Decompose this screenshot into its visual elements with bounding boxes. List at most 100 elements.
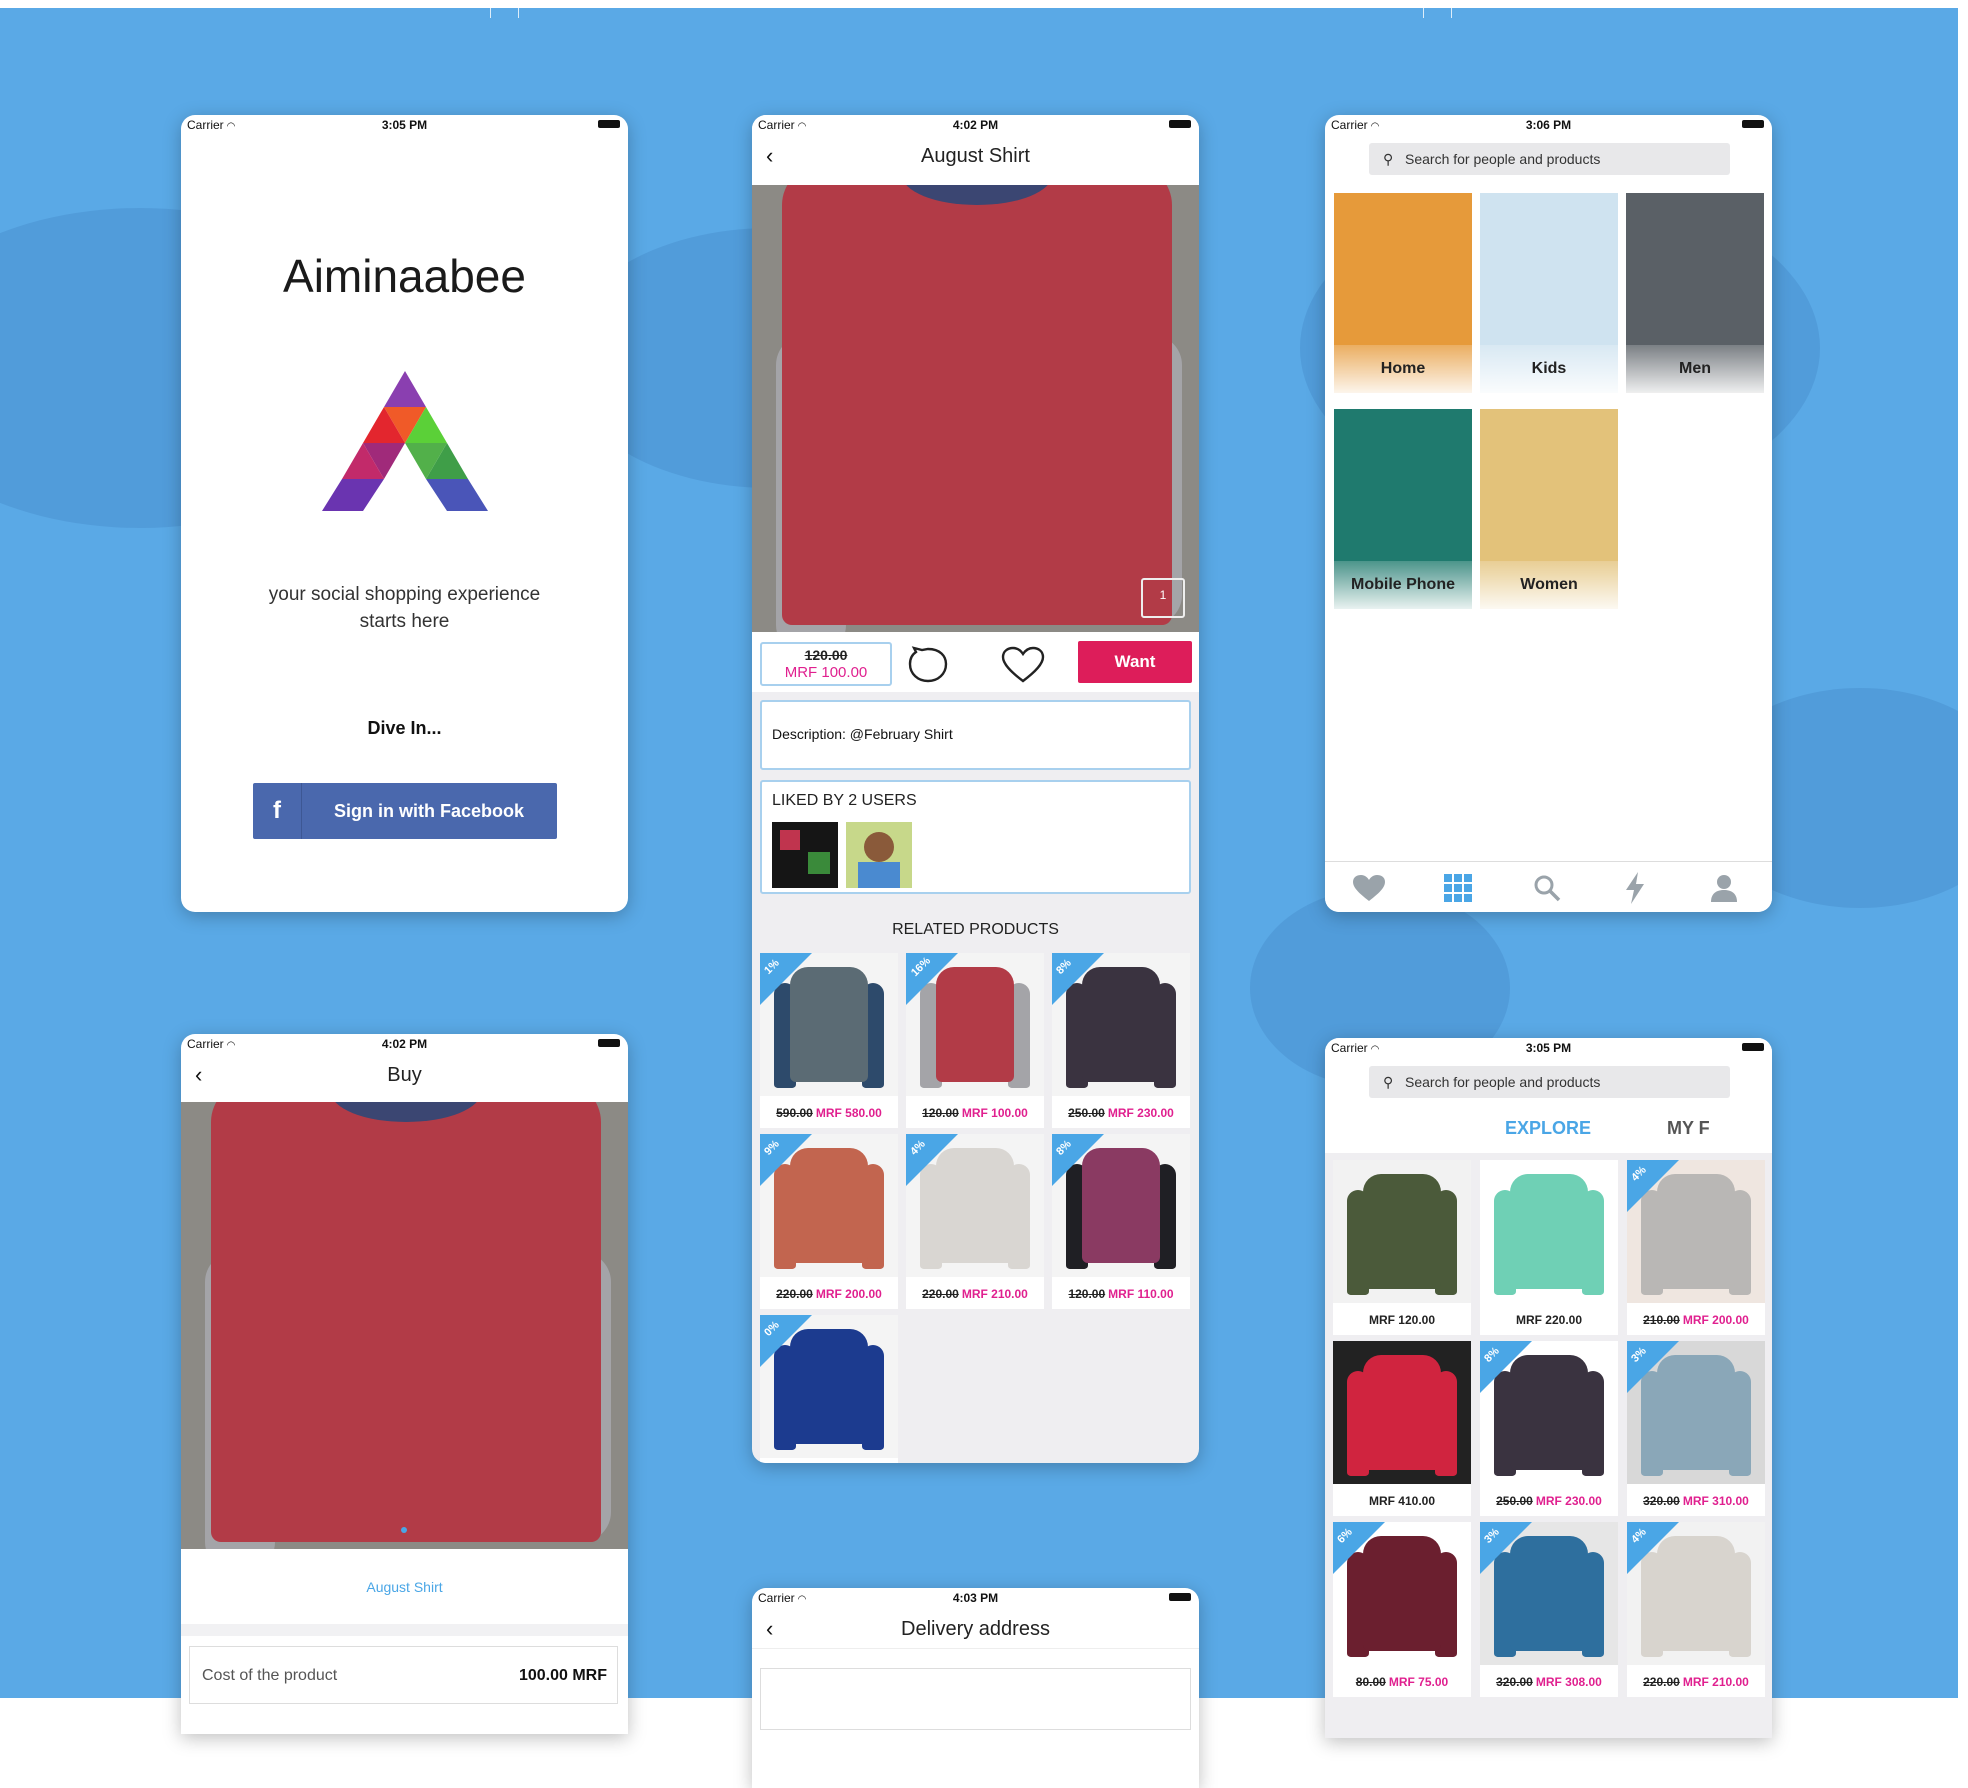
status-bar: Carrier ◠ 3:05 PM <box>181 115 628 135</box>
current-price: MRF 100.00 <box>961 1106 1028 1120</box>
clock: 4:03 PM <box>952 1591 999 1605</box>
page-title: Delivery address <box>901 1618 1050 1640</box>
product-image <box>1480 1160 1618 1303</box>
address-field[interactable] <box>760 1668 1191 1730</box>
image-count: 1 <box>1159 588 1167 602</box>
search-icon: ⚲ <box>1383 151 1394 167</box>
product-card[interactable]: MRF 410.00 <box>1333 1341 1471 1516</box>
related-products-grid: 1% 590.00 MRF 580.00 16% 120.00 MRF 100.00 8% 2… <box>752 953 1199 1463</box>
description-text: Description: @February Shirt <box>772 726 953 742</box>
product-card[interactable]: 0% <box>760 1315 898 1463</box>
battery-icon <box>598 120 620 128</box>
product-card[interactable]: 4% 210.00 MRF 200.00 <box>1627 1160 1765 1335</box>
search-input[interactable]: ⚲ Search for people and products <box>1369 143 1730 175</box>
tab-my-feed[interactable]: MY F <box>1667 1118 1710 1139</box>
person-icon[interactable] <box>1711 874 1737 902</box>
category-label: Men <box>1626 345 1764 393</box>
price-label: 220.00 MRF 200.00 <box>760 1287 898 1301</box>
cost-row: Cost of the product 100.00 MRF <box>189 1646 618 1704</box>
liked-by-label: LIKED BY 2 USERS <box>772 792 917 809</box>
product-card[interactable]: 6% 80.00 MRF 75.00 <box>1333 1522 1471 1697</box>
current-price: MRF 110.00 <box>1108 1287 1174 1301</box>
price-label: 120.00 MRF 100.00 <box>906 1106 1044 1120</box>
status-bar: Carrier ◠ 4:03 PM <box>752 1588 1199 1608</box>
tagline-line-1: your social shopping experience <box>268 584 541 605</box>
category-tile[interactable]: Home <box>1334 193 1472 393</box>
price-label: 220.00 MRF 210.00 <box>906 1287 1044 1301</box>
search-placeholder: Search for people and products <box>1405 1074 1601 1090</box>
comment-icon[interactable] <box>908 646 948 684</box>
search-input[interactable]: ⚲ Search for people and products <box>1369 1066 1730 1098</box>
want-button[interactable]: Want <box>1078 641 1192 683</box>
liked-by-box: LIKED BY 2 USERS <box>760 780 1191 894</box>
old-price: 220.00 <box>1643 1675 1680 1689</box>
cost-value: 100.00 MRF <box>518 1667 607 1684</box>
product-card[interactable]: MRF 220.00 <box>1480 1160 1618 1335</box>
category-label: Kids <box>1480 345 1618 393</box>
product-card[interactable]: 9% 220.00 MRF 200.00 <box>760 1134 898 1309</box>
current-price: MRF 210.00 <box>1682 1675 1749 1689</box>
facebook-icon: f <box>253 783 302 839</box>
current-price: MRF 230.00 <box>1107 1106 1174 1120</box>
clock: 3:05 PM <box>381 118 428 132</box>
old-price: 120.00 <box>1068 1287 1106 1301</box>
facebook-signin-button[interactable]: f Sign in with Facebook <box>253 783 557 839</box>
heart-icon[interactable] <box>1352 874 1386 902</box>
page-indicator-dot <box>401 1527 407 1533</box>
app-logo <box>322 371 488 511</box>
current-price: MRF 200.00 <box>815 1287 882 1301</box>
image-count-badge: 1 <box>1141 578 1185 618</box>
grid-icon[interactable] <box>1444 874 1472 902</box>
clock: 3:05 PM <box>1525 1041 1572 1055</box>
buy-screen: Carrier ◠ 4:02 PM ‹ Buy August Shirt Cost… <box>181 1034 628 1734</box>
price-label: 250.00 MRF 230.00 <box>1480 1494 1618 1508</box>
category-tile[interactable]: Men <box>1626 193 1764 393</box>
current-price: MRF 100.00 <box>784 664 868 681</box>
background-tick <box>1423 8 1424 18</box>
product-card[interactable]: MRF 120.00 <box>1333 1160 1471 1335</box>
product-card[interactable]: 4% 220.00 MRF 210.00 <box>1627 1522 1765 1697</box>
page-title: August Shirt <box>921 145 1030 167</box>
category-tile[interactable]: Women <box>1480 409 1618 609</box>
status-bar: Carrier ◠ 4:02 PM <box>181 1034 628 1054</box>
product-image <box>1333 1341 1471 1484</box>
product-photo[interactable]: 1 <box>752 185 1199 632</box>
old-price: 220.00 <box>922 1287 959 1301</box>
current-price: MRF 410.00 <box>1368 1494 1436 1508</box>
search-icon[interactable] <box>1533 874 1561 902</box>
facebook-button-label: Sign in with Facebook <box>333 801 524 821</box>
old-price: 320.00 <box>1496 1675 1533 1689</box>
like-heart-icon[interactable] <box>1001 646 1045 684</box>
liker-avatar[interactable] <box>846 822 912 888</box>
status-bar: Carrier ◠ 3:06 PM <box>1325 115 1772 135</box>
price-label: 250.00 MRF 230.00 <box>1052 1106 1190 1120</box>
clock: 4:02 PM <box>952 118 999 132</box>
product-card[interactable]: 8% 120.00 MRF 110.00 <box>1052 1134 1190 1309</box>
category-tile[interactable]: Kids <box>1480 193 1618 393</box>
product-card[interactable]: 1% 590.00 MRF 580.00 <box>760 953 898 1128</box>
price-label: 320.00 MRF 308.00 <box>1480 1675 1618 1689</box>
liker-avatar[interactable] <box>772 822 838 888</box>
product-card[interactable]: 4% 220.00 MRF 210.00 <box>906 1134 1044 1309</box>
tab-explore[interactable]: EXPLORE <box>1505 1118 1591 1139</box>
product-card[interactable]: 8% 250.00 MRF 230.00 <box>1052 953 1190 1128</box>
welcome-screen: Carrier ◠ 3:05 PM Aiminaabee your social … <box>181 115 628 912</box>
category-tile[interactable]: Mobile Phone <box>1334 409 1472 609</box>
explore-grid: MRF 120.00 MRF 220.00 4% 210.00 MRF 200.00 MR… <box>1325 1160 1772 1738</box>
product-card[interactable]: 3% 320.00 MRF 308.00 <box>1480 1522 1618 1697</box>
status-bar: Carrier ◠ 3:05 PM <box>1325 1038 1772 1058</box>
product-card[interactable]: 8% 250.00 MRF 230.00 <box>1480 1341 1618 1516</box>
product-photo[interactable] <box>181 1102 628 1549</box>
product-card[interactable]: 16% 120.00 MRF 100.00 <box>906 953 1044 1128</box>
battery-icon <box>1742 120 1764 128</box>
current-price: MRF 120.00 <box>1368 1313 1436 1327</box>
delivery-screen: Carrier ◠ 4:03 PM ‹ Delivery address <box>752 1588 1199 1788</box>
lightning-icon[interactable] <box>1623 872 1647 904</box>
price-label: 210.00 MRF 200.00 <box>1627 1313 1765 1327</box>
current-price: MRF 580.00 <box>815 1106 882 1120</box>
clock: 4:02 PM <box>381 1037 428 1051</box>
dive-in-link[interactable]: Dive In... <box>181 718 628 739</box>
old-price: 320.00 <box>1643 1494 1680 1508</box>
product-card[interactable]: 3% 320.00 MRF 310.00 <box>1627 1341 1765 1516</box>
garment-shape <box>1363 1174 1441 1289</box>
